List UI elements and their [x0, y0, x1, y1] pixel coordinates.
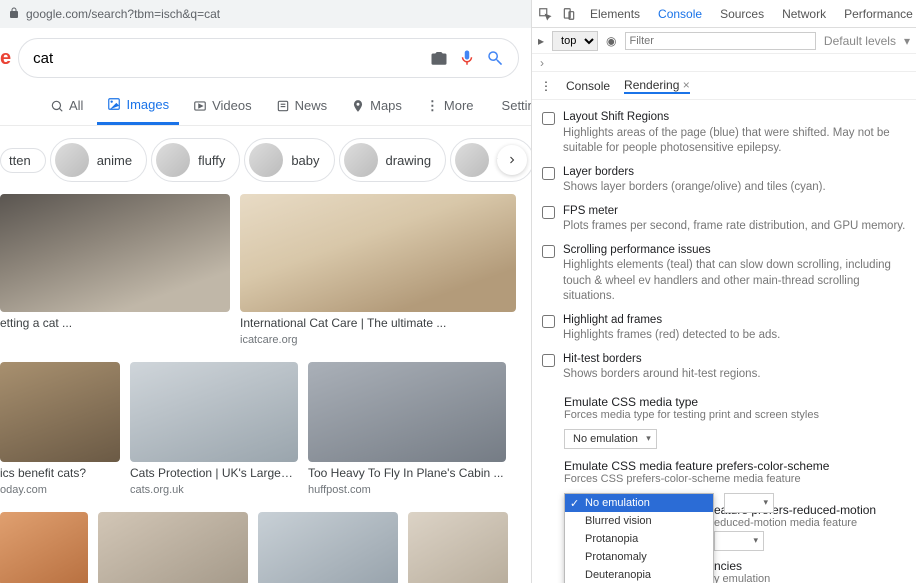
drawer-tabs: ⋮ Console Rendering ×: [532, 72, 916, 100]
lock-icon: [8, 7, 20, 22]
tab-videos[interactable]: Videos: [183, 86, 262, 125]
levels-dropdown[interactable]: Default levels: [824, 34, 896, 48]
result-thumb[interactable]: [408, 512, 508, 583]
image-results: etting a cat ... International Cat Care …: [0, 194, 531, 583]
result-card[interactable]: Too Heavy To Fly In Plane's Cabin ... hu…: [308, 362, 506, 496]
checkbox[interactable]: [542, 315, 555, 328]
result-thumb[interactable]: [258, 512, 398, 583]
reduced-motion-select[interactable]: [714, 531, 764, 551]
result-thumb[interactable]: [0, 512, 88, 583]
result-thumb[interactable]: [0, 362, 120, 462]
drawer-tab-rendering[interactable]: Rendering ×: [624, 78, 690, 94]
chip[interactable]: drawing: [339, 138, 447, 182]
checkbox[interactable]: [542, 206, 555, 219]
checkbox-option[interactable]: Layout Shift RegionsHighlights areas of …: [538, 106, 912, 161]
menu-item[interactable]: Protanopia: [565, 530, 713, 548]
drawer-menu-icon[interactable]: ⋮: [540, 79, 552, 93]
menu-item[interactable]: Deuteranopia: [565, 566, 713, 583]
url-text: google.com/search?tbm=isch&q=cat: [26, 7, 220, 21]
checkbox-option[interactable]: Layer bordersShows layer borders (orange…: [538, 161, 912, 200]
search-tabs: All Images Videos News Maps ⋮More Settin…: [0, 86, 531, 126]
result-card[interactable]: International Cat Care | The ultimate ..…: [240, 194, 516, 346]
mic-icon[interactable]: [458, 49, 476, 67]
vision-deficiency-menu[interactable]: No emulation Blurred vision Protanopia P…: [564, 493, 714, 583]
result-thumb[interactable]: [308, 362, 506, 462]
context-select[interactable]: top: [552, 31, 598, 51]
result-source: icatcare.org: [240, 334, 516, 346]
devtools-tab-performance[interactable]: Performance: [840, 3, 916, 25]
chip[interactable]: tten: [0, 148, 46, 173]
live-expr-icon[interactable]: ◉: [606, 34, 616, 48]
search-icon[interactable]: [486, 49, 504, 67]
checkbox-option[interactable]: Hit-test bordersShows borders around hit…: [538, 348, 912, 387]
chip[interactable]: anime: [50, 138, 147, 182]
filter-input[interactable]: [625, 32, 816, 50]
camera-icon[interactable]: [430, 49, 448, 67]
rendering-panel: Layout Shift RegionsHighlights areas of …: [532, 100, 916, 583]
media-type-select[interactable]: No emulation: [564, 429, 657, 449]
result-card[interactable]: ics benefit cats? oday.com: [0, 362, 120, 496]
chip-thumb: [344, 143, 378, 177]
result-card[interactable]: etting a cat ...: [0, 194, 230, 346]
settings-link[interactable]: Settings: [492, 86, 531, 125]
address-bar[interactable]: google.com/search?tbm=isch&q=cat: [0, 0, 531, 28]
section-media-type: Emulate CSS media type Forces media type…: [538, 387, 912, 423]
tab-more[interactable]: ⋮More: [416, 86, 484, 125]
chip[interactable]: fluffy: [151, 138, 240, 182]
chip[interactable]: baby: [244, 138, 334, 182]
result-title: etting a cat ...: [0, 316, 230, 330]
search-box[interactable]: [18, 38, 519, 78]
secondary-select[interactable]: [724, 493, 774, 513]
close-icon[interactable]: ×: [683, 78, 690, 92]
menu-item[interactable]: Protanomaly: [565, 548, 713, 566]
result-source: huffpost.com: [308, 484, 506, 496]
result-thumb[interactable]: [98, 512, 248, 583]
devtools-panel: Elements Console Sources Network Perform…: [531, 0, 916, 583]
chip-bar: tten anime fluffy baby drawing wall: [0, 126, 531, 194]
console-subbar: ▸ top ◉ Default levels▾: [532, 28, 916, 54]
result-title: International Cat Care | The ultimate ..…: [240, 316, 470, 330]
result-title: Too Heavy To Fly In Plane's Cabin ...: [308, 466, 506, 480]
tab-news[interactable]: News: [266, 86, 338, 125]
checkbox[interactable]: [542, 354, 555, 367]
result-source: cats.org.uk: [130, 484, 298, 496]
result-thumb[interactable]: [130, 362, 298, 462]
checkbox[interactable]: [542, 245, 555, 258]
google-logo[interactable]: e: [0, 47, 10, 70]
result-card[interactable]: Cats Protection | UK's Largest Felin... …: [130, 362, 298, 496]
drawer-tab-console[interactable]: Console: [566, 79, 610, 93]
menu-item[interactable]: No emulation: [565, 494, 713, 512]
chip-thumb: [249, 143, 283, 177]
result-source: oday.com: [0, 484, 120, 496]
tab-images[interactable]: Images: [97, 86, 179, 125]
tab-all[interactable]: All: [40, 86, 93, 125]
devtools-tab-elements[interactable]: Elements: [586, 3, 644, 25]
devtools-tab-network[interactable]: Network: [778, 3, 830, 25]
chip-thumb: [455, 143, 489, 177]
device-icon[interactable]: [562, 7, 576, 21]
result-title: ics benefit cats?: [0, 466, 120, 480]
checkbox[interactable]: [542, 112, 555, 125]
menu-item[interactable]: Blurred vision: [565, 512, 713, 530]
devtools-toolbar: Elements Console Sources Network Perform…: [532, 0, 916, 28]
section-color-scheme: Emulate CSS media feature prefers-color-…: [538, 451, 912, 487]
checkbox-option[interactable]: FPS meterPlots frames per second, frame …: [538, 200, 912, 239]
inspect-icon[interactable]: [538, 7, 552, 21]
console-sidebar-icon[interactable]: ▸: [538, 34, 544, 48]
devtools-tab-console[interactable]: Console: [654, 3, 706, 25]
devtools-tab-sources[interactable]: Sources: [716, 3, 768, 25]
tab-maps[interactable]: Maps: [341, 86, 412, 125]
search-input[interactable]: [33, 50, 420, 67]
console-prompt[interactable]: ›: [532, 54, 916, 72]
checkbox[interactable]: [542, 167, 555, 180]
chip-thumb: [55, 143, 89, 177]
chip-next-button[interactable]: [497, 145, 527, 175]
chip-thumb: [156, 143, 190, 177]
checkbox-option[interactable]: Scrolling performance issuesHighlights e…: [538, 239, 912, 309]
result-thumb[interactable]: [0, 194, 230, 312]
checkbox-option[interactable]: Highlight ad framesHighlights frames (re…: [538, 309, 912, 348]
result-title: Cats Protection | UK's Largest Felin...: [130, 466, 298, 480]
result-thumb[interactable]: [240, 194, 516, 312]
